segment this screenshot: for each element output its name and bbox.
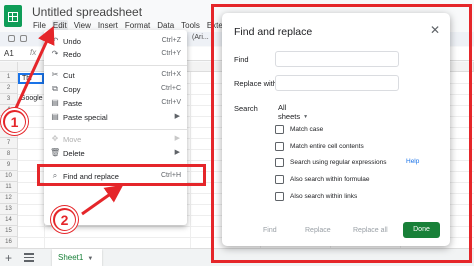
step-1-badge: 1 — [1, 108, 28, 135]
arrow-to-find-replace — [81, 184, 124, 216]
step-number: 2 — [54, 210, 75, 230]
step-2-badge: 2 — [51, 206, 78, 233]
step-number: 1 — [4, 112, 25, 132]
arrow-to-edit-menu — [14, 25, 55, 109]
